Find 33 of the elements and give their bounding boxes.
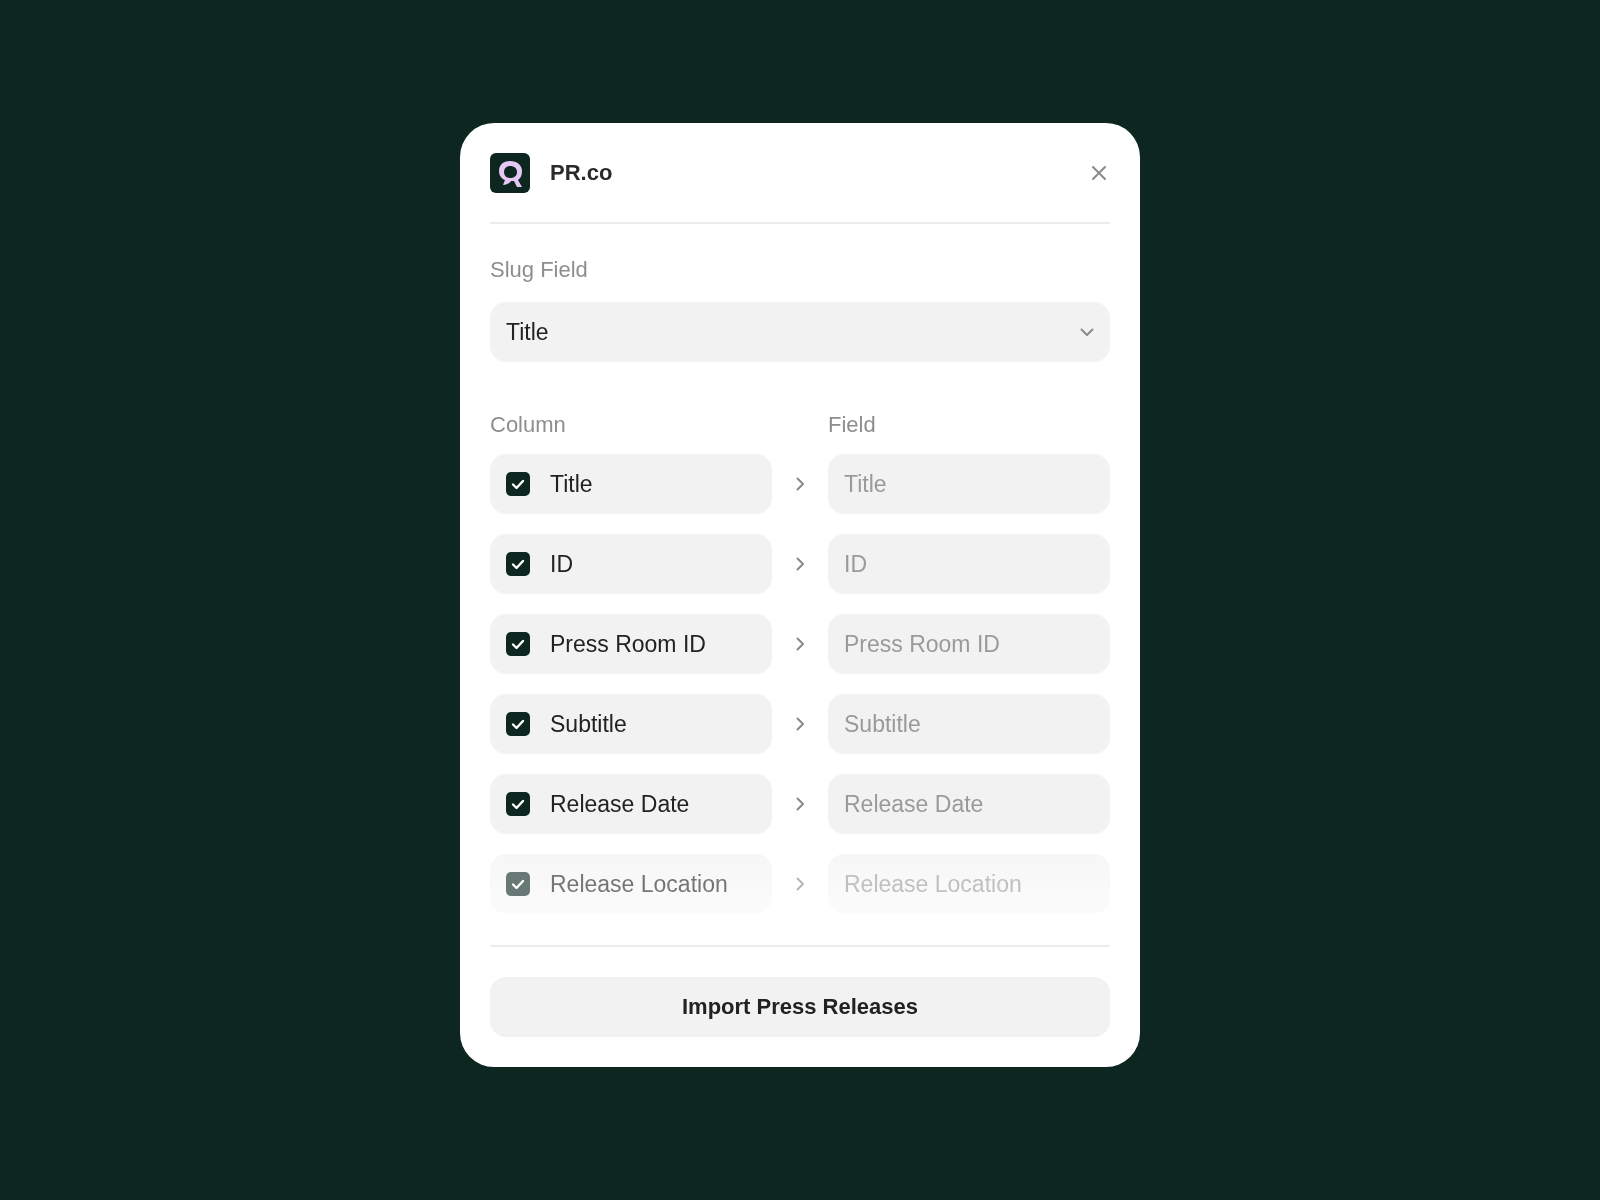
field-input[interactable]: ID [828,534,1110,594]
column-item[interactable]: Release Location [490,854,772,914]
chevron-right-icon [795,477,805,491]
chevron-right-icon [795,877,805,891]
column-item[interactable]: Release Date [490,774,772,834]
column-heading: Column [490,412,567,438]
field-input[interactable]: Title [828,454,1110,514]
field-input[interactable]: Press Room ID [828,614,1110,674]
checked-checkbox[interactable] [506,552,530,576]
app-name: PR.co [550,160,614,186]
checked-checkbox[interactable] [506,632,530,656]
column-heading: Field [828,412,877,438]
column-item[interactable]: Press Room ID [490,614,772,674]
chevron-right-icon [795,717,805,731]
chevron-down-icon [1080,327,1094,337]
column-item[interactable]: ID [490,534,772,594]
slug-field-dropdown[interactable]: Title [490,302,1110,362]
column-item[interactable]: Title [490,454,772,514]
field-input[interactable]: Subtitle [828,694,1110,754]
checked-checkbox[interactable] [506,712,530,736]
close-icon[interactable] [1091,165,1107,181]
field-input[interactable]: Release Date [828,774,1110,834]
chevron-right-icon [795,637,805,651]
checked-checkbox[interactable] [506,872,530,896]
field-input[interactable]: Release Location [828,854,1110,914]
column-item[interactable]: Subtitle [490,694,772,754]
field-label: Slug Field [490,257,589,283]
chevron-right-icon [795,797,805,811]
chevron-right-icon [795,557,805,571]
logo-icon [490,153,530,193]
checked-checkbox[interactable] [506,792,530,816]
checked-checkbox[interactable] [506,472,530,496]
import-button[interactable]: Import Press Releases [490,977,1110,1037]
